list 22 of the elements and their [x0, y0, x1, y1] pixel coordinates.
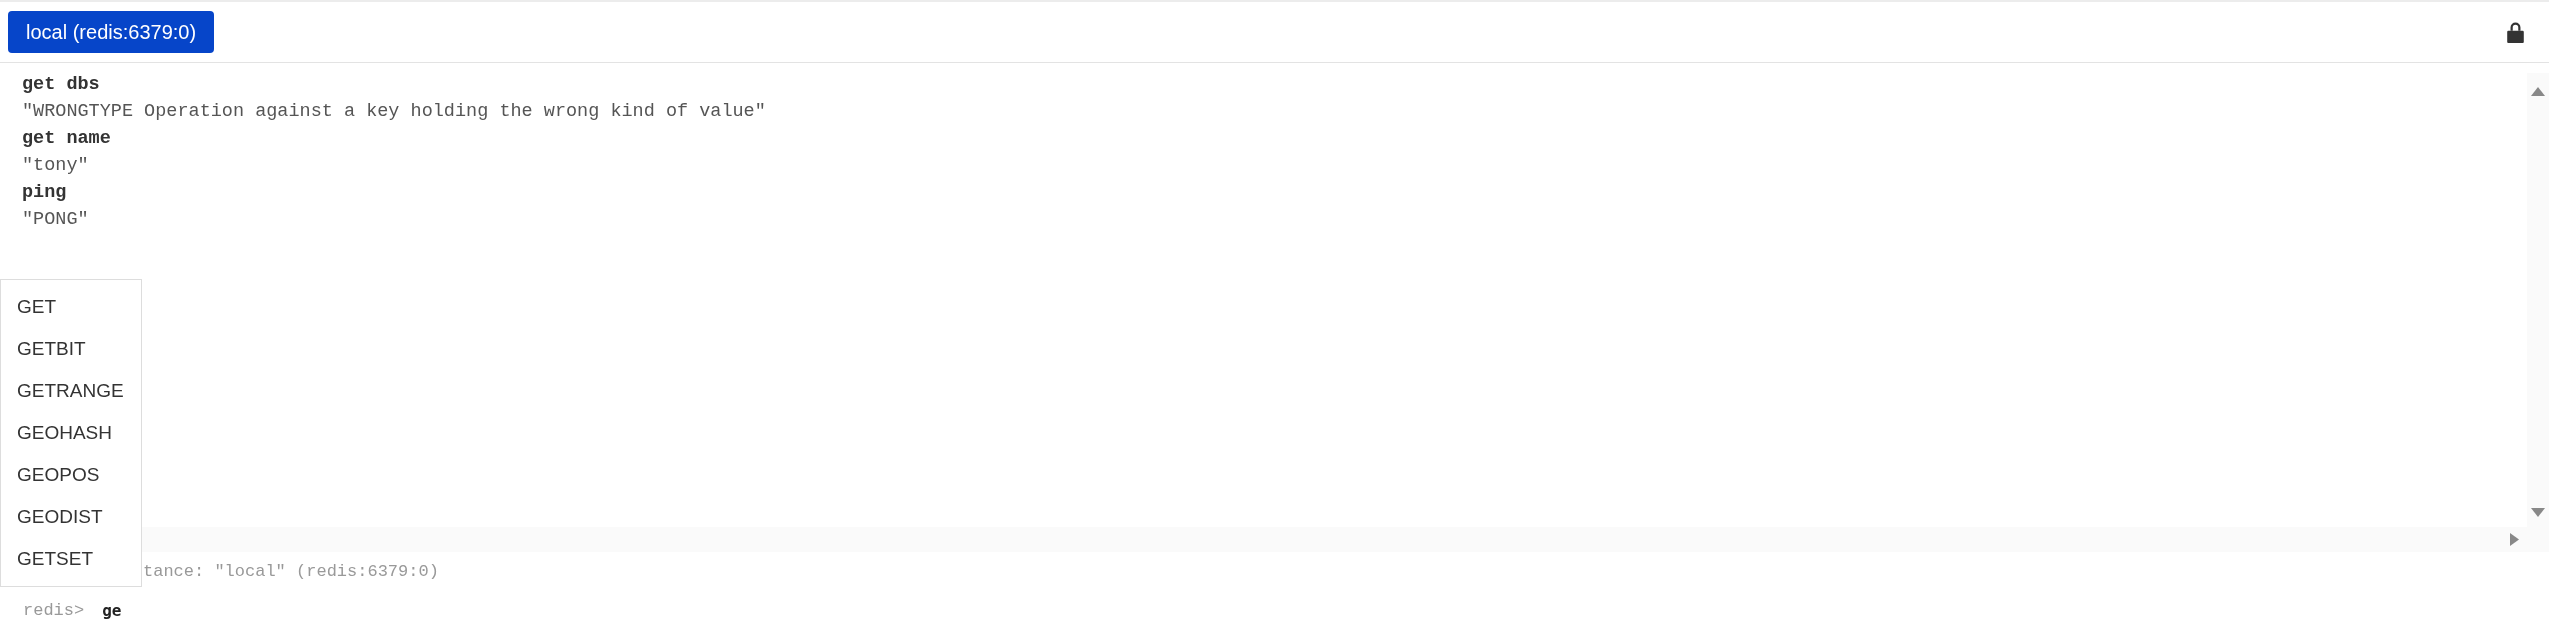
- console-output: "tony": [22, 154, 90, 178]
- vertical-scrollbar[interactable]: [2527, 73, 2549, 527]
- autocomplete-item[interactable]: GET: [1, 286, 141, 328]
- autocomplete-item[interactable]: GETBIT: [1, 328, 141, 370]
- console-command: ping: [22, 181, 68, 205]
- prompt-label: redis>: [23, 600, 85, 620]
- autocomplete-item[interactable]: GETRANGE: [1, 370, 141, 412]
- console-output: "PONG": [22, 208, 90, 232]
- autocomplete-item[interactable]: GEODIST: [1, 496, 141, 538]
- scroll-down-icon[interactable]: [2531, 508, 2545, 517]
- autocomplete-item[interactable]: GEOPOS: [1, 454, 141, 496]
- autocomplete-item[interactable]: GETSET: [1, 538, 141, 580]
- console-output: "WRONGTYPE Operation against a key holding the wrong kind of value": [22, 100, 767, 124]
- console-command: get dbs: [22, 73, 101, 97]
- scroll-up-icon[interactable]: [2531, 87, 2545, 96]
- console-command: get name: [22, 127, 112, 151]
- connection-button[interactable]: local (redis:6379:0): [8, 11, 215, 53]
- autocomplete-item[interactable]: GEOHASH: [1, 412, 141, 454]
- scroll-right-icon[interactable]: [2510, 533, 2519, 546]
- lock-icon[interactable]: [2506, 21, 2525, 43]
- command-input[interactable]: ge: [102, 600, 163, 620]
- connection-info: tance: "local" (redis:6379:0): [143, 561, 439, 581]
